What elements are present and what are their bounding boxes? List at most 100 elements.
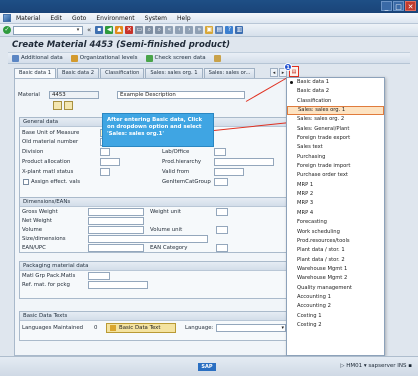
tab-list-item[interactable]: Plant data / stor. 1 (287, 246, 384, 255)
next-page-icon[interactable]: › (185, 26, 194, 34)
xplant-status-field[interactable] (100, 168, 110, 176)
org-levels-button[interactable]: Organizational levels (70, 54, 138, 62)
gross-weight-field[interactable] (88, 208, 144, 216)
menu-material[interactable]: Material (16, 15, 40, 22)
tab-list-item[interactable]: Plant data / stor. 2 (287, 256, 384, 265)
first-page-icon[interactable]: « (165, 26, 174, 34)
menu-edit[interactable]: Edit (50, 15, 62, 22)
basic-data-text-button[interactable]: Basic Data Text (106, 323, 176, 333)
customize-layout-icon[interactable]: ▥ (235, 26, 244, 34)
tab-list-item[interactable]: Foreign trade import (287, 162, 384, 171)
volume-unit-field[interactable] (216, 226, 228, 234)
packaging-section: Packaging material data Matl Grp Pack.Ma… (19, 261, 291, 299)
minimize-button[interactable]: _ (381, 1, 392, 11)
tab-list-item-label: Classification (297, 97, 332, 104)
tab-list-item[interactable]: Foreign trade export (287, 134, 384, 143)
tab-list-item[interactable]: Quality management (287, 284, 384, 293)
prod-hierarchy-field[interactable] (214, 158, 274, 166)
session-dropdown-icon[interactable]: ▾ (364, 363, 367, 369)
tab-list-item[interactable]: Costing 1 (287, 312, 384, 321)
additional-data-button[interactable]: Additional data (12, 54, 63, 62)
tab-list-item[interactable]: Prod.resources/tools (287, 237, 384, 246)
menu-system[interactable]: System (145, 15, 167, 22)
save-icon[interactable]: ▪ (95, 26, 104, 34)
find-next-icon[interactable]: ⌕ (155, 26, 164, 34)
division-field[interactable] (100, 148, 110, 156)
net-weight-label: Net Weight (22, 218, 52, 224)
tab-list-item[interactable]: MRP 2 (287, 190, 384, 199)
assign-effect-checkbox[interactable] (23, 179, 29, 185)
last-page-icon[interactable]: » (195, 26, 204, 34)
tab-list-item[interactable]: Accounting 1 (287, 293, 384, 302)
language-select[interactable]: ▾ (216, 324, 286, 332)
tab-sales-org-1[interactable]: Sales: sales org. 1 (145, 68, 203, 78)
find-icon[interactable]: ⌕ (145, 26, 154, 34)
tab-list-item[interactable]: MRP 3 (287, 199, 384, 208)
language-dropdown-icon[interactable]: ▾ (281, 325, 284, 331)
tab-scroll-left-icon[interactable]: ◂ (270, 68, 278, 77)
valid-from-field[interactable] (214, 168, 244, 176)
sap-menu-icon[interactable] (3, 14, 11, 22)
matl-grp-pack-field[interactable] (88, 272, 110, 280)
tab-list-item[interactable]: Costing 2 (287, 321, 384, 330)
tab-list-item[interactable]: Sales: sales org. 1 (287, 106, 384, 116)
tab-list-item-label: Costing 1 (297, 312, 322, 319)
tab-sales-org-2[interactable]: Sales: sales or... (203, 68, 256, 78)
long-text-icon[interactable] (53, 101, 62, 110)
prev-page-icon[interactable]: ‹ (175, 26, 184, 34)
nav-arrows-icon[interactable]: « (87, 26, 91, 34)
check-screen-data-button[interactable]: Check screen data (145, 54, 206, 62)
menu-environment[interactable]: Environment (96, 15, 134, 22)
tab-classification[interactable]: Classification (100, 68, 145, 78)
tab-list-item[interactable]: Purchase order text (287, 171, 384, 180)
session-lock-icon: ▪ (408, 363, 412, 369)
tab-list-item[interactable]: Accounting 2 (287, 302, 384, 311)
tab-list-item[interactable]: Sales text (287, 143, 384, 152)
help-icon[interactable]: ? (225, 26, 234, 34)
back-icon[interactable]: ◀ (105, 26, 114, 34)
status-arrow-icon[interactable]: ▷ (340, 363, 344, 369)
tab-list-item[interactable]: Work scheduling (287, 228, 384, 237)
tab-basic-data-2[interactable]: Basic data 2 (57, 68, 100, 78)
tab-list-item[interactable]: Classification (287, 97, 384, 106)
lab-office-field[interactable] (214, 148, 226, 156)
gen-item-cat-field[interactable] (214, 178, 228, 186)
tab-list-item[interactable]: MRP 4 (287, 209, 384, 218)
ean-upc-field[interactable] (88, 244, 144, 252)
volume-field[interactable] (88, 226, 144, 234)
shortcut-icon[interactable]: ▤ (215, 26, 224, 34)
ean-category-field[interactable] (216, 244, 228, 252)
enter-check-icon[interactable]: ✓ (3, 26, 11, 34)
weight-unit-field[interactable] (216, 208, 228, 216)
command-field[interactable]: ▾ (13, 25, 83, 35)
net-weight-field[interactable] (88, 217, 144, 225)
maximize-button[interactable]: □ (393, 1, 404, 11)
lock-button[interactable] (213, 54, 221, 62)
gen-item-cat-label: GenItemCatGroup (162, 179, 211, 185)
tab-list-item[interactable]: Purchasing (287, 153, 384, 162)
print-icon[interactable]: ▭ (135, 26, 144, 34)
volume-label: Volume (22, 227, 43, 233)
tab-list-item[interactable]: Warehouse Mgmt 1 (287, 265, 384, 274)
tab-basic-data-1[interactable]: Basic data 1 (14, 68, 57, 78)
tab-list-item[interactable]: Forecasting (287, 218, 384, 227)
size-dimensions-field[interactable] (88, 235, 208, 243)
tab-list-item[interactable]: Basic data 2 (287, 87, 384, 96)
ref-mat-pckg-field[interactable] (88, 281, 148, 289)
menu-goto[interactable]: Goto (72, 15, 86, 22)
tab-list-item[interactable]: Sales: sales org. 2 (287, 115, 384, 124)
command-dropdown-icon[interactable]: ▾ (74, 27, 82, 34)
display-icon[interactable] (64, 101, 73, 110)
tab-list-item[interactable]: Basic data 1 (287, 78, 384, 87)
product-allocation-field[interactable] (100, 158, 120, 166)
new-session-icon[interactable]: ▣ (205, 26, 214, 34)
material-description-field[interactable]: Example Description (117, 91, 245, 99)
menu-help[interactable]: Help (177, 15, 191, 22)
tab-list-item[interactable]: Warehouse Mgmt 2 (287, 274, 384, 283)
close-button[interactable]: ✕ (405, 1, 416, 11)
window-controls: _ □ ✕ (381, 1, 416, 11)
exit-icon[interactable]: ▲ (115, 26, 124, 34)
tab-list-item[interactable]: Sales: General/Plant (287, 125, 384, 134)
tab-list-item[interactable]: MRP 1 (287, 181, 384, 190)
cancel-icon[interactable]: ✕ (125, 26, 134, 34)
